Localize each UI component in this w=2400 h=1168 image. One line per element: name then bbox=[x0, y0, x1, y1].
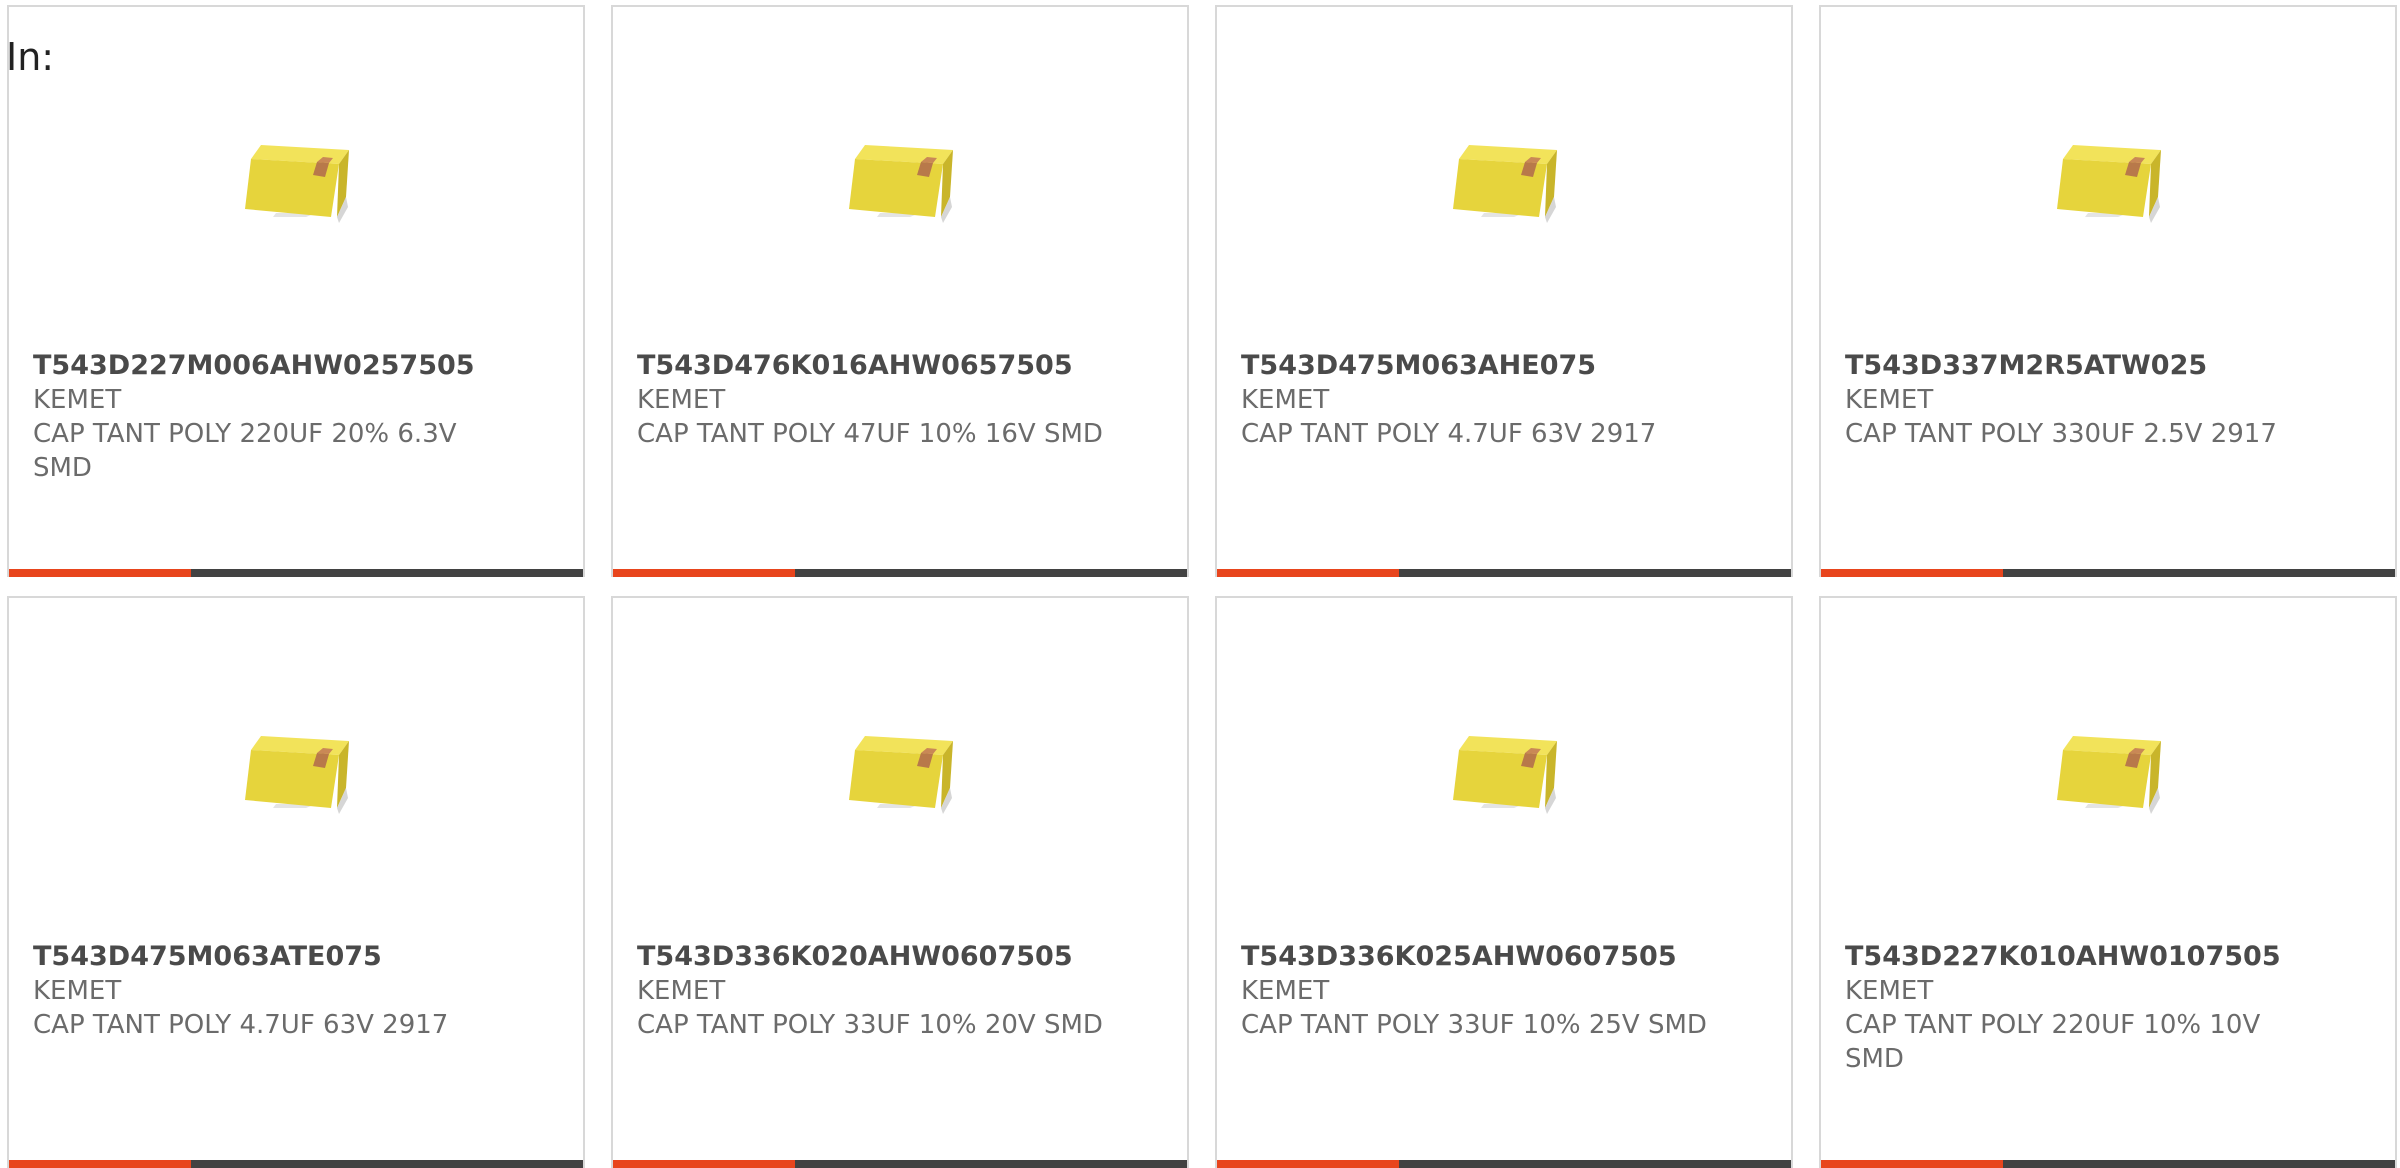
card-accent-bar bbox=[9, 1160, 191, 1168]
product-info: T543D336K020AHW0607505 KEMET CAP TANT PO… bbox=[637, 940, 1163, 1042]
tantalum-capacitor-icon bbox=[849, 736, 953, 814]
product-info: T543D337M2R5ATW025 KEMET CAP TANT POLY 3… bbox=[1845, 349, 2371, 451]
product-description: CAP TANT POLY 4.7UF 63V 2917 bbox=[1241, 419, 1657, 449]
card-accent-bar bbox=[1217, 569, 1399, 577]
product-card[interactable]: T543D227M006AHW0257505 KEMET CAP TANT PO… bbox=[7, 5, 585, 577]
product-image bbox=[1217, 117, 1791, 247]
card-accent-bar bbox=[1821, 1160, 2003, 1168]
manufacturer: KEMET bbox=[637, 976, 726, 1006]
card-bottom-bar bbox=[613, 569, 1187, 577]
product-description: CAP TANT POLY 33UF 10% 20V SMD bbox=[637, 1010, 1103, 1040]
product-image bbox=[1821, 117, 2395, 247]
card-accent-bar bbox=[613, 1160, 795, 1168]
part-number[interactable]: T543D475M063AHE075 bbox=[1241, 349, 1767, 383]
tantalum-capacitor-icon bbox=[245, 736, 349, 814]
manufacturer: KEMET bbox=[33, 976, 122, 1006]
product-description: CAP TANT POLY 220UF 10% 10V SMD bbox=[1845, 1010, 2261, 1074]
product-image bbox=[613, 117, 1187, 247]
product-description: CAP TANT POLY 220UF 20% 6.3V SMD bbox=[33, 419, 457, 483]
card-accent-bar bbox=[1821, 569, 2003, 577]
product-card[interactable]: T543D336K020AHW0607505 KEMET CAP TANT PO… bbox=[611, 596, 1189, 1168]
part-number[interactable]: T543D475M063ATE075 bbox=[33, 940, 559, 974]
part-number[interactable]: T543D336K020AHW0607505 bbox=[637, 940, 1163, 974]
card-bottom-bar bbox=[9, 1160, 583, 1168]
product-info: T543D336K025AHW0607505 KEMET CAP TANT PO… bbox=[1241, 940, 1767, 1042]
product-info: T543D476K016AHW0657505 KEMET CAP TANT PO… bbox=[637, 349, 1163, 451]
card-accent-bar bbox=[613, 569, 795, 577]
product-description: CAP TANT POLY 47UF 10% 16V SMD bbox=[637, 419, 1103, 449]
in-label: In: bbox=[6, 35, 55, 79]
product-info: T543D475M063AHE075 KEMET CAP TANT POLY 4… bbox=[1241, 349, 1767, 451]
product-card[interactable]: T543D475M063AHE075 KEMET CAP TANT POLY 4… bbox=[1215, 5, 1793, 577]
manufacturer: KEMET bbox=[1241, 385, 1330, 415]
manufacturer: KEMET bbox=[637, 385, 726, 415]
product-info: T543D475M063ATE075 KEMET CAP TANT POLY 4… bbox=[33, 940, 559, 1042]
product-image bbox=[9, 708, 583, 838]
product-info: T543D227K010AHW0107505 KEMET CAP TANT PO… bbox=[1845, 940, 2371, 1076]
product-description: CAP TANT POLY 33UF 10% 25V SMD bbox=[1241, 1010, 1707, 1040]
card-bottom-bar bbox=[1217, 1160, 1791, 1168]
product-description: CAP TANT POLY 330UF 2.5V 2917 bbox=[1845, 419, 2277, 449]
part-number[interactable]: T543D336K025AHW0607505 bbox=[1241, 940, 1767, 974]
card-bottom-bar bbox=[9, 569, 583, 577]
part-number[interactable]: T543D476K016AHW0657505 bbox=[637, 349, 1163, 383]
product-card[interactable]: T543D475M063ATE075 KEMET CAP TANT POLY 4… bbox=[7, 596, 585, 1168]
product-image bbox=[1821, 708, 2395, 838]
card-bottom-bar bbox=[613, 1160, 1187, 1168]
product-info: T543D227M006AHW0257505 KEMET CAP TANT PO… bbox=[33, 349, 559, 485]
card-bottom-bar bbox=[1821, 569, 2395, 577]
tantalum-capacitor-icon bbox=[2057, 736, 2161, 814]
manufacturer: KEMET bbox=[1845, 385, 1934, 415]
manufacturer: KEMET bbox=[33, 385, 122, 415]
product-image bbox=[1217, 708, 1791, 838]
part-number[interactable]: T543D227M006AHW0257505 bbox=[33, 349, 559, 383]
product-grid: T543D227M006AHW0257505 KEMET CAP TANT PO… bbox=[7, 5, 2400, 1168]
product-image bbox=[613, 708, 1187, 838]
manufacturer: KEMET bbox=[1845, 976, 1934, 1006]
product-card[interactable]: T543D336K025AHW0607505 KEMET CAP TANT PO… bbox=[1215, 596, 1793, 1168]
product-card[interactable]: T543D476K016AHW0657505 KEMET CAP TANT PO… bbox=[611, 5, 1189, 577]
tantalum-capacitor-icon bbox=[1453, 736, 1557, 814]
product-image bbox=[9, 117, 583, 247]
card-bottom-bar bbox=[1821, 1160, 2395, 1168]
manufacturer: KEMET bbox=[1241, 976, 1330, 1006]
product-description: CAP TANT POLY 4.7UF 63V 2917 bbox=[33, 1010, 449, 1040]
tantalum-capacitor-icon bbox=[849, 145, 953, 223]
card-accent-bar bbox=[1217, 1160, 1399, 1168]
tantalum-capacitor-icon bbox=[245, 145, 349, 223]
product-card[interactable]: T543D337M2R5ATW025 KEMET CAP TANT POLY 3… bbox=[1819, 5, 2397, 577]
part-number[interactable]: T543D227K010AHW0107505 bbox=[1845, 940, 2371, 974]
card-bottom-bar bbox=[1217, 569, 1791, 577]
tantalum-capacitor-icon bbox=[1453, 145, 1557, 223]
part-number[interactable]: T543D337M2R5ATW025 bbox=[1845, 349, 2371, 383]
tantalum-capacitor-icon bbox=[2057, 145, 2161, 223]
card-accent-bar bbox=[9, 569, 191, 577]
product-card[interactable]: T543D227K010AHW0107505 KEMET CAP TANT PO… bbox=[1819, 596, 2397, 1168]
